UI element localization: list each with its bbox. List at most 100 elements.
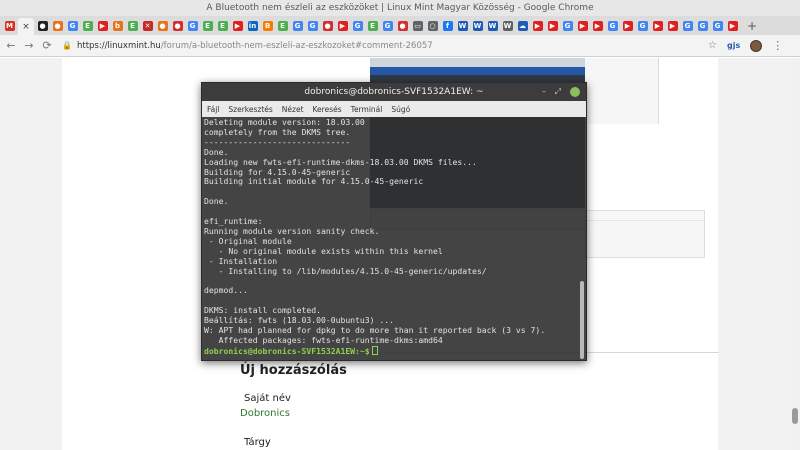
chat-icon: E: [82, 20, 93, 31]
maximize-icon[interactable]: ⤢: [555, 83, 561, 101]
chat4-icon: E: [217, 20, 228, 31]
minimize-icon[interactable]: –: [542, 83, 546, 101]
page-scrollbar[interactable]: [790, 58, 800, 450]
window-title: A Bluetooth nem észleli az eszközöket | …: [0, 0, 800, 16]
browser-tab[interactable]: G: [606, 18, 619, 33]
name-value-link[interactable]: Dobronics: [240, 408, 290, 419]
blogger-icon: B: [262, 20, 273, 31]
terminal-cursor: [371, 345, 378, 355]
terminal-prompt: dobronics@dobronics-SVF1532A1EW:~$: [204, 345, 370, 356]
browser-tab[interactable]: W: [501, 18, 514, 33]
browser-tab[interactable]: ☁: [516, 18, 529, 33]
google7-icon: G: [562, 20, 573, 31]
browser-tab[interactable]: W: [471, 18, 484, 33]
address-bar[interactable]: 🔒 https://linuxmint.hu/forum/a-bluetooth…: [62, 38, 704, 54]
browser-tab[interactable]: E: [216, 18, 229, 33]
browser-tab[interactable]: ×: [18, 18, 34, 35]
embedded-screenshot-bar: [370, 58, 585, 67]
terminal-titlebar[interactable]: dobronics@dobronics-SVF1532A1EW: ~ – ⤢: [202, 83, 586, 101]
page-scroll-thumb[interactable]: [792, 408, 798, 424]
extension-button[interactable]: gjs: [727, 41, 740, 50]
browser-tab[interactable]: ▶: [231, 18, 244, 33]
terminal-menu-item[interactable]: Súgó: [391, 105, 410, 114]
browser-tab[interactable]: E: [276, 18, 289, 33]
google3-icon: G: [292, 20, 303, 31]
browser-tab[interactable]: ▶: [546, 18, 559, 33]
new-tab-icon[interactable]: +: [747, 19, 757, 33]
browser-tab[interactable]: G: [306, 18, 319, 33]
terminal-line: Building initial module for 4.15.0-45-ge…: [204, 176, 424, 187]
terminal-output[interactable]: Deleting module version: 18.03.00 complet…: [202, 117, 580, 362]
browser-tab[interactable]: B: [261, 18, 274, 33]
browser-tab[interactable]: W: [456, 18, 469, 33]
browser-tab[interactable]: G: [381, 18, 394, 33]
google-icon: G: [67, 20, 78, 31]
embedded-screenshot-panel: [585, 58, 659, 124]
browser-tab[interactable]: G: [66, 18, 79, 33]
word-icon: W: [457, 20, 468, 31]
browser-tab[interactable]: ●: [396, 18, 409, 33]
browser-tab[interactable]: G: [696, 18, 709, 33]
browser-tab[interactable]: G: [681, 18, 694, 33]
browser-tab[interactable]: ○: [426, 18, 439, 33]
browser-tab[interactable]: G: [291, 18, 304, 33]
browser-tab[interactable]: ▶: [651, 18, 664, 33]
onedrive-icon: ☁: [517, 20, 528, 31]
terminal-scrollbar[interactable]: [580, 281, 584, 359]
browser-tab[interactable]: E: [201, 18, 214, 33]
browser-tab[interactable]: f: [441, 18, 454, 33]
terminal-prompt-line[interactable]: dobronics@dobronics-SVF1532A1EW:~$: [204, 345, 578, 357]
profile-avatar[interactable]: [750, 39, 763, 52]
browser-tab[interactable]: ▶: [96, 18, 109, 33]
browser-tab[interactable]: ▶: [726, 18, 739, 33]
browser-tab[interactable]: ▶: [531, 18, 544, 33]
reload-icon[interactable]: ⟳: [40, 39, 54, 52]
browser-tab[interactable]: ▶: [576, 18, 589, 33]
browser-tab[interactable]: W: [486, 18, 499, 33]
browser-tab[interactable]: in: [246, 18, 259, 33]
mail-icon: M: [4, 20, 15, 31]
browser-tab[interactable]: M: [3, 18, 16, 33]
terminal-menu-item[interactable]: Nézet: [282, 105, 304, 114]
browser-tab[interactable]: ▶: [666, 18, 679, 33]
google10-icon: G: [682, 20, 693, 31]
close-window-icon[interactable]: [570, 87, 580, 97]
terminal-window[interactable]: dobronics@dobronics-SVF1532A1EW: ~ – ⤢ F…: [201, 82, 587, 361]
browser-tab[interactable]: E: [126, 18, 139, 33]
browser-tab[interactable]: ●: [321, 18, 334, 33]
browser-tab[interactable]: G: [561, 18, 574, 33]
browser-tab[interactable]: G: [186, 18, 199, 33]
browser-tab[interactable]: ▭: [411, 18, 424, 33]
terminal-title: dobronics@dobronics-SVF1532A1EW: ~: [304, 87, 484, 97]
red-icon: ●: [172, 20, 183, 31]
browser-tab[interactable]: E: [81, 18, 94, 33]
browser-tab[interactable]: ▶: [621, 18, 634, 33]
browser-tab[interactable]: G: [351, 18, 364, 33]
terminal-menu-item[interactable]: Keresés: [313, 105, 342, 114]
browser-tab[interactable]: G: [636, 18, 649, 33]
browser-tab[interactable]: ▶: [336, 18, 349, 33]
terminal-menu-item[interactable]: Szerkesztés: [228, 105, 272, 114]
youtube11-icon: ▶: [727, 20, 738, 31]
browser-tab[interactable]: b: [111, 18, 124, 33]
browser-tab[interactable]: ●: [51, 18, 64, 33]
linkedin-icon: in: [247, 20, 258, 31]
chrome-menu-icon[interactable]: ⋮: [772, 39, 783, 52]
back-icon[interactable]: ←: [4, 39, 18, 52]
tab-strip: M × ● ● G E ▶ b E ✕ ● ● G E E ▶ in B E G G ● ▶ G E G ● ▭ ○ f W W W W ☁ ▶ ▶ G ▶…: [0, 16, 800, 35]
orange-icon: ●: [52, 20, 63, 31]
browser-tab[interactable]: E: [366, 18, 379, 33]
terminal-menu-item[interactable]: Terminál: [351, 105, 383, 114]
browser-tab[interactable]: ✕: [141, 18, 154, 33]
orange2-icon: b: [112, 20, 123, 31]
browser-tab[interactable]: ▶: [591, 18, 604, 33]
terminal-menu-item[interactable]: Fájl: [207, 105, 219, 114]
browser-tab[interactable]: G: [711, 18, 724, 33]
browser-tab[interactable]: ●: [171, 18, 184, 33]
red2-icon: ●: [322, 20, 333, 31]
forward-icon[interactable]: →: [22, 39, 36, 52]
google4-icon: G: [307, 20, 318, 31]
browser-tab[interactable]: ●: [156, 18, 169, 33]
browser-tab[interactable]: ●: [36, 18, 49, 33]
bookmark-star-icon[interactable]: ☆: [708, 40, 717, 51]
